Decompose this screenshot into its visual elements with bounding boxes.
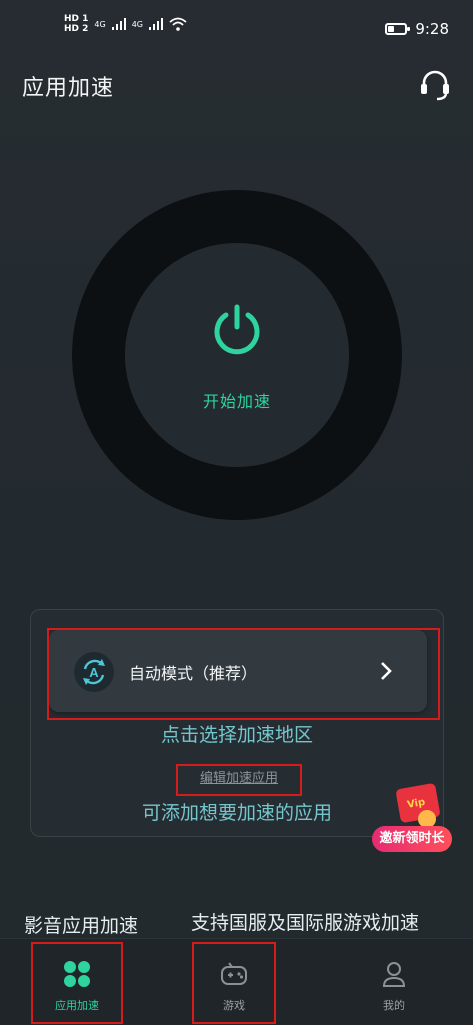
invite-badge[interactable]: 邀新领时长 (372, 826, 452, 852)
highlight-box (176, 764, 302, 796)
start-acceleration-label[interactable]: 开始加速 (125, 388, 349, 412)
clock: 9:28 (415, 20, 449, 38)
nav-label-profile: 我的 (383, 999, 405, 1012)
status-left: HD 1 HD 2 4G 4G (64, 14, 187, 34)
sim1-label: HD 1 (64, 14, 89, 24)
region-hint[interactable]: 点击选择加速地区 (31, 720, 443, 747)
wifi-icon (169, 17, 187, 31)
power-icon (214, 304, 260, 355)
headset-icon[interactable] (418, 68, 452, 102)
highlight-box (47, 628, 440, 720)
status-bar: HD 1 HD 2 4G 4G 9:28 (0, 0, 473, 58)
network1-label: 4G (94, 19, 106, 29)
battery-icon (385, 23, 411, 35)
page-title: 应用加速 (22, 76, 115, 101)
network2-label: 4G (131, 19, 143, 29)
bottom-nav: 应用加速 游戏 我的 (0, 938, 473, 1025)
signal-icon (111, 18, 126, 30)
feature-media-text: 影音应用加速 (24, 915, 139, 937)
highlight-box (192, 942, 276, 1024)
signal-icon (149, 18, 163, 30)
sim-indicators: HD 1 HD 2 (64, 14, 88, 34)
feature-game-text: 支持国服及国际服游戏加速 (191, 912, 420, 934)
battery-fill (388, 26, 395, 32)
power-button[interactable]: 开始加速 (125, 243, 349, 467)
status-right: 9:28 (385, 20, 449, 38)
invite-promo[interactable]: Vip 邀新领时长 (370, 780, 452, 860)
sim2-label: HD 2 (64, 24, 89, 34)
power-ring[interactable]: 开始加速 (72, 190, 402, 520)
vip-label: Vip (406, 796, 427, 811)
nav-item-profile[interactable]: 我的 (354, 939, 434, 1025)
highlight-box (31, 942, 123, 1024)
profile-icon (382, 962, 406, 987)
